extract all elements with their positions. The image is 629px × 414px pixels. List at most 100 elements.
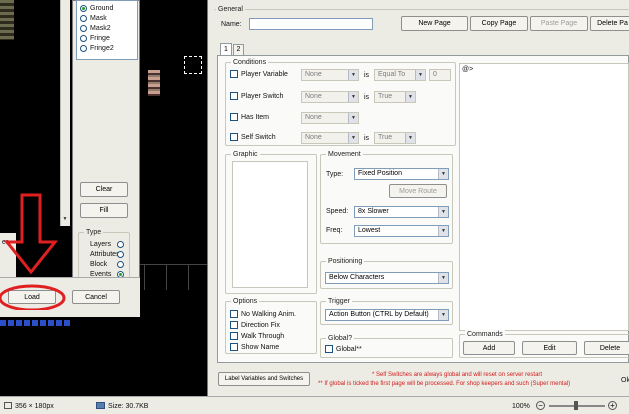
command-list-item[interactable]: @> bbox=[462, 65, 473, 74]
name-label: Name: bbox=[221, 21, 242, 28]
variable-value-input[interactable]: 0 bbox=[429, 69, 451, 81]
trigger-caption: Trigger bbox=[326, 297, 352, 306]
self-switch-note: * Self Switches are always global and wi… bbox=[372, 372, 543, 378]
new-page-button[interactable]: New Page bbox=[401, 16, 468, 31]
arrow-shape bbox=[3, 193, 59, 275]
chevron-down-icon: ▼ bbox=[348, 70, 358, 80]
trigger-select[interactable]: Action Button (CTRL by Default) ▼ bbox=[325, 309, 449, 321]
compare-select[interactable]: Equal To ▼ bbox=[374, 69, 426, 81]
global-checkbox[interactable] bbox=[325, 345, 333, 353]
zoom-level: 100% bbox=[512, 403, 530, 410]
self-switch-state-select[interactable]: True ▼ bbox=[374, 132, 416, 144]
image-dimensions: 356 × 180px bbox=[15, 403, 54, 410]
option-label: Direction Fix bbox=[241, 322, 280, 329]
freq-value: Lowest bbox=[358, 227, 381, 234]
player-variable-label: Player Variable bbox=[241, 71, 288, 78]
global-caption: Global? bbox=[326, 334, 355, 343]
global-label: Global** bbox=[336, 346, 362, 353]
command-add-button[interactable]: Add bbox=[463, 341, 515, 355]
positioning-select[interactable]: Below Characters ▼ bbox=[325, 272, 449, 284]
is-label-3: is bbox=[364, 135, 370, 142]
self-switch-checkbox[interactable] bbox=[230, 133, 238, 141]
annotation-arrow-icon bbox=[0, 193, 66, 310]
general-caption: General bbox=[216, 5, 245, 14]
dimensions-icon bbox=[4, 402, 12, 409]
option-checkbox[interactable] bbox=[230, 321, 238, 329]
player-switch-checkbox[interactable] bbox=[230, 92, 238, 100]
has-item-checkbox[interactable] bbox=[230, 113, 238, 121]
event-marker[interactable] bbox=[184, 56, 202, 74]
tile-strip[interactable] bbox=[140, 264, 208, 290]
freq-label: Freq: bbox=[326, 227, 343, 234]
chevron-down-icon: ▼ bbox=[348, 92, 358, 102]
chevron-down-icon: ▼ bbox=[415, 70, 425, 80]
self-switch-label: Self Switch bbox=[241, 134, 276, 141]
option-label: Show Name bbox=[241, 344, 280, 351]
file-size: Size: 30.7KB bbox=[108, 403, 149, 410]
has-item-label: Has Item bbox=[241, 114, 270, 121]
option-checkbox[interactable] bbox=[230, 310, 238, 318]
chevron-down-icon: ▼ bbox=[438, 169, 448, 179]
delete-page-button[interactable]: Delete Pa bbox=[590, 16, 629, 31]
chevron-down-icon: ▼ bbox=[438, 226, 448, 236]
zoom-out-icon[interactable]: − bbox=[536, 401, 545, 410]
zoom-slider-thumb[interactable] bbox=[574, 401, 578, 410]
paste-page-button[interactable]: Paste Page bbox=[530, 16, 588, 31]
chevron-down-icon: ▼ bbox=[405, 92, 415, 102]
player-variable-value: None bbox=[305, 71, 322, 78]
layer-radio-ground[interactable] bbox=[80, 5, 87, 12]
chevron-down-icon: ▼ bbox=[405, 133, 415, 143]
layer-radio-mask2[interactable] bbox=[80, 25, 87, 32]
player-switch-select[interactable]: None ▼ bbox=[301, 91, 359, 103]
graphic-preview[interactable] bbox=[232, 161, 308, 288]
player-variable-select[interactable]: None ▼ bbox=[301, 69, 359, 81]
graphic-caption: Graphic bbox=[231, 150, 260, 159]
zoom-in-icon[interactable]: + bbox=[608, 401, 617, 410]
layer-radio-fringe[interactable] bbox=[80, 35, 87, 42]
sprite-character-center bbox=[148, 70, 160, 96]
option-label: Walk Through bbox=[241, 333, 285, 340]
layer-label: Mask2 bbox=[90, 25, 111, 32]
layer-label: Fringe bbox=[90, 35, 110, 42]
commands-list[interactable]: @> bbox=[459, 63, 629, 331]
self-switch-state-value: True bbox=[378, 134, 393, 141]
option-checkbox[interactable] bbox=[230, 332, 238, 340]
command-delete-button[interactable]: Delete bbox=[584, 341, 629, 355]
player-variable-checkbox[interactable] bbox=[230, 70, 238, 78]
speed-select[interactable]: 8x Slower ▼ bbox=[354, 206, 449, 218]
switch-state-select[interactable]: True ▼ bbox=[374, 91, 416, 103]
file-size-icon bbox=[96, 402, 105, 409]
is-label-2: is bbox=[364, 94, 370, 101]
layer-label: Fringe2 bbox=[90, 45, 114, 52]
speed-label: Speed: bbox=[326, 208, 349, 215]
movement-type-label: Type: bbox=[326, 171, 344, 178]
movement-type-select[interactable]: Fixed Position ▼ bbox=[354, 168, 449, 180]
page-tab-2[interactable]: 2 bbox=[233, 44, 244, 55]
chevron-down-icon: ▼ bbox=[348, 133, 358, 143]
option-checkbox[interactable] bbox=[230, 343, 238, 351]
annotation-ellipse bbox=[0, 284, 66, 310]
layer-label: Mask bbox=[90, 15, 107, 22]
status-bar bbox=[0, 396, 629, 414]
player-switch-label: Player Switch bbox=[241, 93, 284, 100]
self-switch-select[interactable]: None ▼ bbox=[301, 132, 359, 144]
player-switch-value: None bbox=[305, 93, 322, 100]
move-route-button[interactable]: Move Route bbox=[389, 184, 447, 198]
link-fragment[interactable] bbox=[0, 320, 70, 326]
trigger-value: Action Button (CTRL by Default) bbox=[329, 311, 429, 318]
name-input[interactable] bbox=[249, 18, 373, 30]
sprite-character-left bbox=[0, 0, 14, 40]
layer-radio-mask[interactable] bbox=[80, 15, 87, 22]
layer-radio-fringe2[interactable] bbox=[80, 45, 87, 52]
ok-fragment[interactable]: Ok bbox=[621, 376, 629, 385]
command-edit-button[interactable]: Edit bbox=[522, 341, 577, 355]
freq-select[interactable]: Lowest ▼ bbox=[354, 225, 449, 237]
label-variables-button[interactable]: Label Variables and Switches bbox=[218, 372, 310, 386]
compare-value: Equal To bbox=[378, 71, 406, 78]
has-item-select[interactable]: None ▼ bbox=[301, 112, 359, 124]
commands-caption: Commands bbox=[465, 330, 505, 339]
page-tab-1[interactable]: 1 bbox=[220, 43, 232, 55]
conditions-caption: Conditions bbox=[231, 58, 269, 67]
copy-page-button[interactable]: Copy Page bbox=[470, 16, 528, 31]
movement-type-value: Fixed Position bbox=[358, 170, 402, 177]
